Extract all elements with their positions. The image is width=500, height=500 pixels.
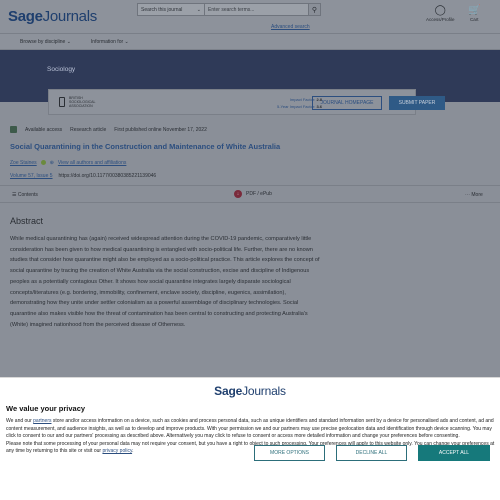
article-type: Research article — [70, 126, 107, 133]
access-profile-button[interactable]: ◯ Access/Profile — [426, 5, 455, 22]
submit-paper-button[interactable]: SUBMIT PAPER — [389, 96, 445, 110]
more-label: More — [471, 192, 483, 198]
five-year-impact-label[interactable]: 5-Year Impact Factor: — [277, 104, 315, 109]
search-scope-select[interactable]: Search this journal ⌄ — [137, 3, 205, 16]
list-icon: ☰ — [12, 192, 17, 198]
decline-all-button[interactable]: DECLINE ALL — [336, 445, 407, 461]
doi-link[interactable]: https://doi.org/10.1177/0038038522113904… — [59, 173, 157, 179]
top-bar: SageJournals Search this journal ⌄ Enter … — [0, 0, 500, 34]
search-input[interactable]: Enter search terms... — [205, 3, 309, 16]
sage-journals-logo[interactable]: SageJournals — [8, 8, 97, 25]
consent-text-part: store and/or access information on a dev… — [6, 418, 494, 440]
author-link[interactable]: Zoe Staines — [10, 160, 37, 166]
consent-logo-bold: Sage — [214, 384, 243, 398]
publisher-text: BRITISH SOCIOLOGICAL ASSOCIATION — [69, 96, 95, 108]
pdf-epub-button[interactable]: ↓ PDF / ePub — [234, 190, 272, 198]
cart-button[interactable]: 🛒 Cart — [468, 5, 480, 22]
open-lock-icon — [10, 126, 17, 133]
all-authors-link[interactable]: View all authors and affiliations — [58, 160, 126, 166]
citation-info: Volume 57, Issue 5 https://doi.org/10.11… — [10, 173, 156, 179]
info-label: Information for — [90, 38, 124, 45]
consent-title: We value your privacy — [6, 404, 86, 413]
bsa-logo-icon — [59, 97, 65, 107]
abstract-heading: Abstract — [10, 216, 44, 226]
pdf-icon: ↓ — [234, 190, 242, 198]
journal-name[interactable]: Sociology — [47, 66, 75, 73]
search-bar: Search this journal ⌄ Enter search terms.… — [137, 3, 321, 16]
consent-text-part: We and our — [6, 418, 34, 424]
contents-label: Contents — [17, 192, 38, 198]
journal-homepage-button[interactable]: JOURNAL HOMEPAGE — [312, 96, 382, 110]
search-scope-label: Search this journal — [141, 7, 183, 13]
access-profile-label: Access/Profile — [426, 17, 455, 22]
more-icon: ⋯ — [465, 192, 470, 198]
consent-logo-rest: Journals — [242, 384, 286, 398]
information-for-menu[interactable]: Information for ⌄ — [91, 39, 129, 45]
journal-card: BRITISH SOCIOLOGICAL ASSOCIATION Impact … — [48, 89, 445, 115]
contents-button[interactable]: ☰ Contents — [12, 192, 38, 198]
search-icon[interactable]: ⚲ — [309, 3, 321, 16]
consent-text-part: . — [132, 448, 134, 455]
article-meta: Available access Research article First … — [10, 126, 207, 133]
article-toolbar: ☰ Contents ↓ PDF / ePub ⋯ More — [0, 185, 500, 203]
pdf-label: PDF / ePub — [246, 191, 272, 197]
advanced-search-link[interactable]: Advanced search — [271, 24, 310, 30]
browse-label: Browse by discipline — [20, 38, 66, 45]
partners-link[interactable]: partners — [33, 418, 51, 424]
logo-rest-text: Journals — [42, 8, 98, 25]
main-nav: Browse by discipline ⌄ Information for ⌄ — [0, 34, 500, 50]
cookie-consent-banner: SageJournals We value your privacy We an… — [0, 377, 500, 500]
orcid-icon[interactable] — [40, 160, 46, 165]
plus-icon: ⊕ — [49, 160, 54, 166]
access-status: Available access — [25, 126, 63, 133]
user-icon: ◯ — [434, 5, 446, 16]
consent-paragraph: We and our partners store and/or access … — [6, 418, 496, 441]
article-title: Social Quarantining in the Construction … — [10, 142, 281, 151]
publication-date: First published online November 17, 2022 — [114, 126, 207, 133]
consent-logo: SageJournals — [0, 384, 500, 398]
publisher-logo: BRITISH SOCIOLOGICAL ASSOCIATION — [59, 96, 95, 108]
author-list: Zoe Staines ⊕ View all authors and affil… — [10, 160, 126, 166]
accept-all-button[interactable]: ACCEPT ALL — [418, 445, 490, 461]
chevron-down-icon: ⌄ — [196, 7, 201, 13]
browse-by-discipline-menu[interactable]: Browse by discipline ⌄ — [20, 39, 71, 45]
cart-label: Cart — [469, 17, 479, 22]
more-button[interactable]: ⋯ More — [465, 192, 483, 198]
article-page: SageJournals Search this journal ⌄ Enter … — [0, 0, 500, 380]
volume-issue-link[interactable]: Volume 57, Issue 5 — [10, 173, 53, 179]
logo-bold-text: Sage — [8, 8, 43, 25]
abstract-text: While medical quarantining has (again) r… — [10, 236, 320, 328]
publisher-line: ASSOCIATION — [69, 104, 93, 108]
cart-icon: 🛒 — [468, 5, 481, 16]
privacy-policy-link[interactable]: privacy policy — [102, 448, 132, 454]
more-options-button[interactable]: MORE OPTIONS — [254, 445, 325, 461]
